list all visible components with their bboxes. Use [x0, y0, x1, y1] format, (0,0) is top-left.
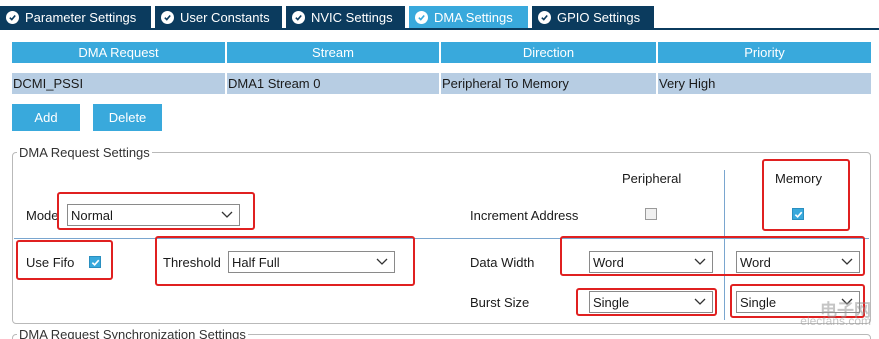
memory-increment-checkbox[interactable]	[792, 208, 804, 220]
check-circle-icon	[538, 10, 551, 24]
use-fifo-label: Use Fifo	[26, 255, 75, 270]
peripheral-data-width-select[interactable]: Word	[589, 251, 713, 273]
checkmark-icon	[91, 259, 99, 266]
memory-data-width-value: Word	[740, 254, 771, 270]
tab-dma-settings[interactable]: DMA Settings	[409, 6, 528, 28]
cell-stream: DMA1 Stream 0	[227, 73, 439, 94]
check-circle-icon	[415, 10, 428, 24]
sync-group-title: DMA Request Synchronization Settings	[17, 327, 248, 339]
mode-value: Normal	[71, 207, 113, 223]
peripheral-data-width-value: Word	[593, 254, 624, 270]
checkmark-icon	[794, 211, 802, 218]
threshold-select[interactable]: Half Full	[228, 251, 395, 273]
column-header-priority[interactable]: Priority	[658, 42, 871, 63]
check-circle-icon	[6, 10, 19, 24]
cell-direction: Peripheral To Memory	[441, 73, 656, 94]
group-title: DMA Request Settings	[17, 145, 152, 160]
peripheral-increment-checkbox[interactable]	[645, 208, 657, 220]
watermark-url: elecfans.com	[800, 314, 871, 328]
add-button[interactable]: Add	[12, 104, 80, 131]
memory-column-header: Memory	[775, 171, 822, 186]
check-circle-icon	[292, 10, 305, 24]
peripheral-column-header: Peripheral	[622, 171, 682, 186]
tab-nvic-settings[interactable]: NVIC Settings	[286, 6, 405, 28]
check-circle-icon	[161, 10, 174, 24]
tab-divider	[0, 28, 879, 30]
column-header-dma-request[interactable]: DMA Request	[12, 42, 225, 63]
burst-size-label: Burst Size	[470, 295, 530, 310]
chevron-down-icon	[694, 298, 706, 305]
tab-gpio-settings[interactable]: GPIO Settings	[532, 6, 654, 28]
memory-data-width-select[interactable]: Word	[736, 251, 860, 273]
column-header-stream[interactable]: Stream	[227, 42, 439, 63]
delete-button[interactable]: Delete	[93, 104, 162, 131]
cell-priority: Very High	[658, 73, 871, 94]
threshold-value: Half Full	[232, 254, 280, 270]
cell-dma-request: DCMI_PSSI	[12, 73, 225, 94]
tab-user-constants[interactable]: User Constants	[155, 6, 282, 28]
peripheral-burst-size-select[interactable]: Single	[589, 291, 713, 313]
tab-label: NVIC Settings	[311, 9, 393, 25]
increment-address-label: Increment Address	[470, 208, 579, 223]
chevron-down-icon	[694, 258, 706, 265]
column-header-direction[interactable]: Direction	[441, 42, 656, 63]
section-divider	[14, 238, 869, 239]
chevron-down-icon	[841, 258, 853, 265]
chevron-down-icon	[376, 258, 388, 265]
tab-label: User Constants	[180, 9, 270, 25]
tab-label: DMA Settings	[434, 9, 513, 25]
mode-select[interactable]: Normal	[67, 204, 240, 226]
data-width-label: Data Width	[470, 255, 535, 270]
tab-parameter-settings[interactable]: Parameter Settings	[0, 6, 151, 28]
tab-bar: Parameter Settings User Constants NVIC S…	[0, 0, 879, 30]
tab-label: GPIO Settings	[557, 9, 641, 25]
mode-label: Mode	[26, 208, 59, 223]
column-divider	[724, 170, 725, 320]
threshold-label: Threshold	[163, 255, 221, 270]
chevron-down-icon	[221, 211, 233, 218]
memory-burst-size-value: Single	[740, 294, 777, 310]
peripheral-burst-size-value: Single	[593, 294, 630, 310]
tab-label: Parameter Settings	[25, 9, 137, 25]
use-fifo-checkbox[interactable]	[89, 256, 101, 268]
